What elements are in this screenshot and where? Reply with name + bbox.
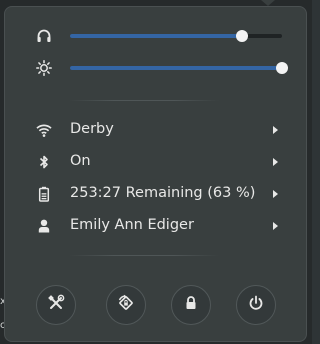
settings-button[interactable] — [36, 285, 76, 325]
bluetooth-menu-item[interactable]: On — [5, 147, 306, 177]
lock-screen-button[interactable] — [171, 285, 211, 325]
chevron-right-icon — [273, 190, 278, 198]
battery-status-label: 253:27 Remaining (63 %) — [70, 185, 256, 201]
wifi-network-label: Derby — [70, 121, 114, 137]
lock-icon — [183, 295, 199, 315]
volume-row — [5, 21, 306, 51]
volume-slider-fill — [70, 34, 242, 38]
desktop-background: x c Derby On 253:27 Remaining (63 %) Emi… — [0, 0, 312, 344]
brightness-slider[interactable] — [70, 62, 288, 74]
headphones-icon — [35, 27, 53, 45]
bluetooth-status-label: On — [70, 153, 91, 169]
bluetooth-icon — [35, 153, 53, 171]
separator — [69, 100, 219, 101]
battery-menu-item[interactable]: 253:27 Remaining (63 %) — [5, 179, 306, 209]
user-icon — [35, 217, 53, 235]
chevron-right-icon — [273, 158, 278, 166]
user-name-label: Emily Ann Ediger — [70, 217, 194, 233]
brightness-slider-fill — [70, 66, 282, 70]
volume-slider[interactable] — [70, 30, 282, 42]
battery-icon — [35, 185, 53, 203]
orientation-lock-button[interactable] — [106, 285, 146, 325]
brightness-slider-handle[interactable] — [276, 62, 288, 74]
power-off-button[interactable] — [236, 285, 276, 325]
settings-tools-icon — [47, 294, 65, 316]
rotation-lock-icon — [117, 294, 135, 316]
wifi-icon — [35, 121, 53, 139]
brightness-row — [5, 53, 306, 83]
volume-slider-handle[interactable] — [235, 30, 248, 42]
wifi-menu-item[interactable]: Derby — [5, 115, 306, 145]
separator — [69, 255, 219, 256]
brightness-icon — [35, 59, 53, 77]
power-icon — [248, 295, 264, 315]
user-menu-item[interactable]: Emily Ann Ediger — [5, 211, 306, 241]
system-status-menu: Derby On 253:27 Remaining (63 %) Emily A… — [4, 6, 307, 342]
chevron-right-icon — [273, 126, 278, 134]
chevron-right-icon — [273, 222, 278, 230]
